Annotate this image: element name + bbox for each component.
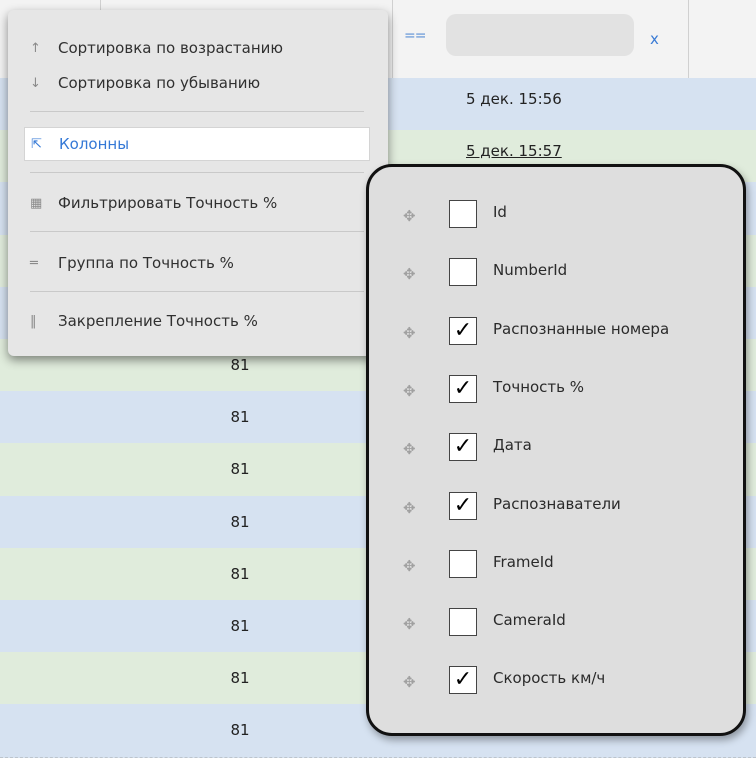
accuracy-cell: 81 <box>230 460 250 479</box>
accuracy-cell: 81 <box>230 408 250 427</box>
menu-item-label: Колонны <box>59 135 130 153</box>
menu-separator <box>30 291 364 292</box>
menu-item-sort-descending[interactable]: ↓ Сортировка по убыванию <box>30 68 366 98</box>
pin-icon: ‖ <box>30 313 37 329</box>
accuracy-cell: 81 <box>230 721 250 740</box>
drag-handle-icon[interactable]: ✥ <box>403 499 416 517</box>
drag-handle-icon[interactable]: ✥ <box>403 382 416 400</box>
column-option[interactable]: ✥ NumberId <box>369 253 739 297</box>
external-link-icon: ⇱ <box>31 136 42 152</box>
drag-handle-icon[interactable]: ✥ <box>403 557 416 575</box>
column-checkbox[interactable]: ✓ <box>449 374 477 403</box>
group-icon: ═ <box>30 255 38 271</box>
column-checkbox[interactable]: ✓ <box>449 666 477 695</box>
filter-grid-icon: ▦ <box>30 195 43 211</box>
column-option[interactable]: ✥ ✓ Распознанные номера <box>369 312 739 356</box>
column-divider[interactable] <box>392 0 393 78</box>
column-option-label: Id <box>493 203 507 221</box>
menu-item-sort-ascending[interactable]: ↑ Сортировка по возрастанию <box>30 33 366 63</box>
column-option[interactable]: ✥ ✓ Точность % <box>369 370 739 414</box>
drag-handle-icon[interactable]: ✥ <box>403 673 416 691</box>
column-checkbox[interactable] <box>449 549 477 578</box>
column-option-label: Точность % <box>493 377 585 396</box>
sort-ascending-icon: ↑ <box>30 40 41 56</box>
column-option-label: NumberId <box>493 261 568 280</box>
drag-handle-icon[interactable]: ✥ <box>403 207 416 225</box>
menu-item-filter[interactable]: ▦ Фильтрировать Точность % <box>30 188 366 218</box>
menu-item-label: Сортировка по убыванию <box>58 74 261 92</box>
menu-item-columns[interactable]: ⇱ Колонны <box>24 127 370 161</box>
column-checkbox[interactable]: ✓ <box>449 491 477 520</box>
column-option[interactable]: ✥ ✓ Распознаватели <box>369 487 739 531</box>
accuracy-cell: 81 <box>230 564 250 583</box>
column-option-label: Распознанные номера <box>493 319 670 338</box>
date-cell: 5 дек. 15:56 <box>466 90 562 108</box>
menu-item-pin[interactable]: ‖ Закрепление Точность % <box>30 306 366 336</box>
menu-item-label: Фильтрировать Точность % <box>58 194 278 212</box>
column-divider[interactable] <box>688 0 689 78</box>
column-checkbox[interactable] <box>449 200 477 228</box>
accuracy-cell: 81 <box>230 356 250 374</box>
column-checkbox[interactable]: ✓ <box>449 316 477 345</box>
column-option-label: Распознаватели <box>493 494 621 513</box>
column-option[interactable]: ✥ ✓ Скорость км/ч <box>369 661 739 705</box>
columns-chooser-popup: ✥ Id ✥ NumberId ✥ ✓ Распознанные номера ✥ ✓ Точно… <box>366 164 746 736</box>
drag-handle-icon[interactable]: ✥ <box>403 615 416 633</box>
column-context-menu: ↑ Сортировка по возрастанию ↓ Сортировка по… <box>8 10 388 356</box>
column-option-label: CameraId <box>493 611 566 630</box>
column-option[interactable]: ✥ ✓ Дата <box>369 428 739 472</box>
menu-separator <box>30 231 364 232</box>
column-option-label: Дата <box>493 436 532 455</box>
menu-item-group[interactable]: ═ Группа по Точность % <box>30 248 366 278</box>
menu-separator <box>30 172 364 173</box>
filter-input[interactable] <box>446 14 634 56</box>
filter-operator[interactable]: == <box>404 28 426 44</box>
accuracy-cell: 81 <box>230 669 250 688</box>
menu-item-label: Сортировка по возрастанию <box>58 39 284 57</box>
column-option-label: FrameId <box>493 552 554 571</box>
column-checkbox[interactable]: ✓ <box>449 433 477 462</box>
drag-handle-icon[interactable]: ✥ <box>403 324 416 342</box>
date-cell: 5 дек. 15:57 <box>466 142 562 161</box>
column-checkbox[interactable] <box>449 608 477 637</box>
menu-separator <box>30 111 364 112</box>
accuracy-cell: 81 <box>230 617 250 635</box>
column-option[interactable]: ✥ Id <box>369 195 739 239</box>
menu-item-label: Группа по Точность % <box>58 254 234 272</box>
accuracy-cell: 81 <box>230 512 250 531</box>
filter-clear-button[interactable]: x <box>650 30 659 48</box>
column-option[interactable]: ✥ FrameId <box>369 545 739 589</box>
drag-handle-icon[interactable]: ✥ <box>403 265 416 283</box>
drag-handle-icon[interactable]: ✥ <box>403 440 416 458</box>
menu-item-label: Закрепление Точность % <box>58 312 258 330</box>
column-checkbox[interactable] <box>449 258 477 287</box>
column-option-label: Скорость км/ч <box>493 669 606 688</box>
column-option[interactable]: ✥ CameraId <box>369 603 739 647</box>
sort-descending-icon: ↓ <box>30 75 41 91</box>
